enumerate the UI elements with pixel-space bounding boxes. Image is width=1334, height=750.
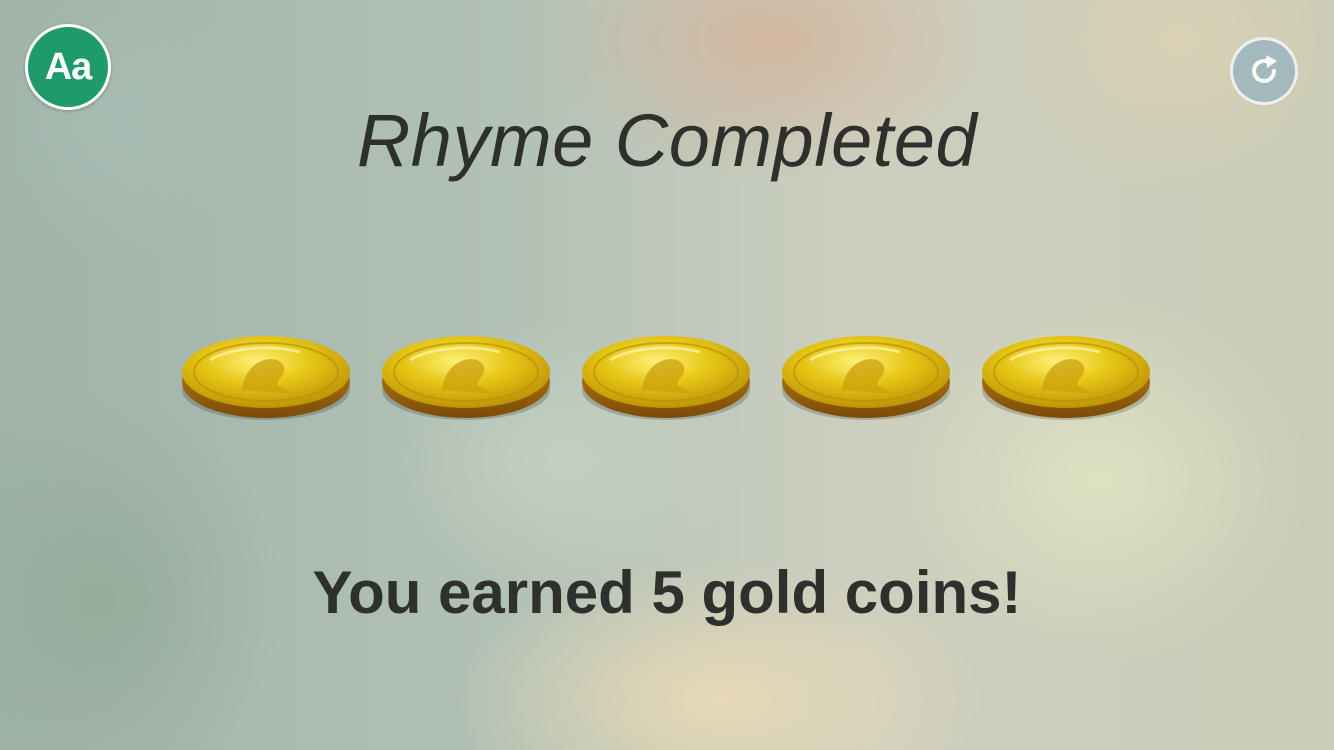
gold-coin-icon — [782, 336, 950, 420]
gold-coin-icon — [182, 336, 350, 420]
gold-coin-icon — [382, 336, 550, 420]
coin-row — [180, 330, 1155, 425]
font-size-icon: Aa — [44, 45, 93, 88]
page-title: Rhyme Completed — [356, 99, 978, 182]
replay-icon — [1252, 55, 1277, 83]
reward-message: You earned 5 gold coins! — [312, 559, 1022, 626]
gold-coin-icon — [582, 336, 750, 420]
gold-coin-icon — [982, 336, 1150, 420]
replay-button[interactable] — [1230, 37, 1298, 105]
